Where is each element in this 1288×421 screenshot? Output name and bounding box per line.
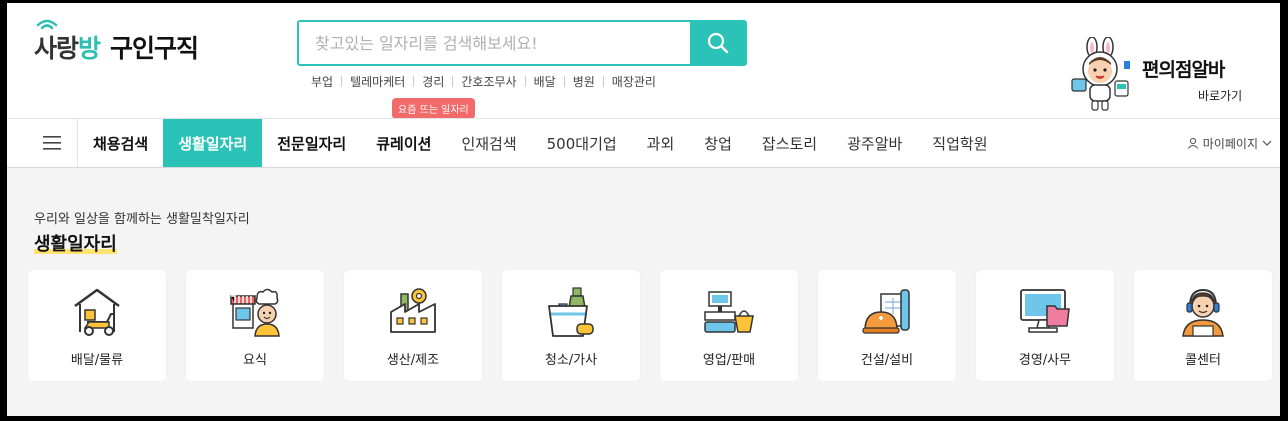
page-frame: 사랑방 구인구직 부업 텔레마케터 경리 간호조무사 배달 병원 매장관리: [7, 3, 1280, 416]
category-card-sales[interactable]: 영업/판매: [660, 270, 798, 381]
tab-job-search[interactable]: 채용검색: [78, 119, 163, 167]
delivery-scooter-icon: [74, 288, 120, 336]
category-card-food[interactable]: 요식: [186, 270, 324, 381]
site-logo[interactable]: 사랑방 구인구직: [34, 19, 199, 65]
hardhat-blueprint-icon: [862, 289, 910, 334]
search-button[interactable]: [690, 22, 745, 64]
category-label: 영업/판매: [702, 353, 756, 368]
logo-subtitle: 구인구직: [110, 34, 199, 63]
curation-tooltip: 요즘 뜨는 일자리: [392, 98, 475, 124]
category-label: 콜센터: [1185, 353, 1221, 368]
office-monitor-icon: [1020, 289, 1070, 333]
keyword-link[interactable]: 간호조무사: [453, 73, 524, 90]
category-label: 청소/가사: [544, 353, 598, 368]
cleaning-bucket-icon: [548, 287, 594, 337]
tab-gwangju-parttime[interactable]: 광주알바: [832, 119, 917, 167]
hamburger-icon: [43, 136, 61, 150]
mypage-menu[interactable]: 마이페이지: [1187, 119, 1272, 167]
search-bar: [297, 20, 747, 66]
tab-job-story[interactable]: 잡스토리: [747, 119, 832, 167]
search-input[interactable]: [299, 22, 690, 64]
search-icon: [707, 32, 728, 54]
main-nav: 채용검색 생활일자리 전문일자리 큐레이션 인재검색 500대기업 과외 창업 …: [7, 118, 1280, 168]
nav-tabs: 채용검색 생활일자리 전문일자리 큐레이션 인재검색 500대기업 과외 창업 …: [78, 119, 1003, 167]
logo-brand: 사랑방: [34, 34, 101, 63]
chevron-down-icon: [1262, 140, 1272, 146]
cash-register-icon: [704, 291, 754, 333]
category-card-construction[interactable]: 건설/설비: [818, 270, 956, 381]
tab-top500[interactable]: 500대기업: [532, 119, 632, 167]
factory-icon: [390, 288, 436, 333]
category-card-delivery[interactable]: 배달/물류: [28, 270, 166, 381]
keyword-link[interactable]: 경리: [414, 73, 452, 90]
keyword-link[interactable]: 배달: [526, 73, 564, 90]
tab-vocational-academy[interactable]: 직업학원: [917, 119, 1002, 167]
tab-curation[interactable]: 큐레이션: [361, 119, 446, 167]
keyword-link[interactable]: 텔레마케터: [342, 73, 413, 90]
chef-restaurant-icon: [230, 288, 280, 337]
keyword-link[interactable]: 병원: [565, 73, 603, 90]
keyword-link[interactable]: 매장관리: [604, 73, 664, 90]
section-intro: 우리와 일상을 함께하는 생활밀착일자리: [34, 212, 250, 227]
user-icon: [1187, 137, 1198, 149]
category-label: 생산/제조: [386, 353, 440, 368]
tab-tutoring[interactable]: 과외: [632, 119, 690, 167]
promo-subtitle: 바로가기: [1198, 89, 1243, 103]
promo-title: 편의점알바: [1142, 59, 1225, 81]
life-jobs-section: 우리와 일상을 함께하는 생활밀착일자리 생활일자리 배달/물류 요식 생산/제…: [7, 168, 1280, 416]
mypage-label: 마이페이지: [1202, 136, 1258, 151]
convenience-store-promo[interactable]: 편의점알바 바로가기: [1064, 37, 1244, 112]
category-card-office[interactable]: 경영/사무: [976, 270, 1114, 381]
wifi-icon: [36, 19, 58, 30]
tab-life-jobs[interactable]: 생활일자리: [163, 119, 263, 167]
category-label: 배달/물류: [70, 353, 124, 368]
popular-keywords: 부업 텔레마케터 경리 간호조무사 배달 병원 매장관리: [303, 73, 664, 90]
keyword-link[interactable]: 부업: [303, 73, 341, 90]
category-label: 요식: [243, 353, 267, 368]
tab-startup[interactable]: 창업: [689, 119, 747, 167]
section-title: 생활일자리: [34, 234, 117, 255]
category-card-cleaning[interactable]: 청소/가사: [502, 270, 640, 381]
tab-professional-jobs[interactable]: 전문일자리: [262, 119, 361, 167]
headset-agent-icon: [1182, 288, 1224, 337]
category-cards: 배달/물류 요식 생산/제조 청소/가사 영업/판매 건설/설비 경영/사무 콜…: [28, 270, 1272, 381]
category-card-manufacturing[interactable]: 생산/제조: [344, 270, 482, 381]
tab-talent-search[interactable]: 인재검색: [446, 119, 531, 167]
category-label: 건설/설비: [860, 353, 914, 368]
menu-button[interactable]: [27, 119, 78, 167]
bunny-mascot-icon: [1071, 37, 1130, 111]
category-label: 경영/사무: [1018, 353, 1072, 368]
category-card-callcenter[interactable]: 콜센터: [1134, 270, 1272, 381]
